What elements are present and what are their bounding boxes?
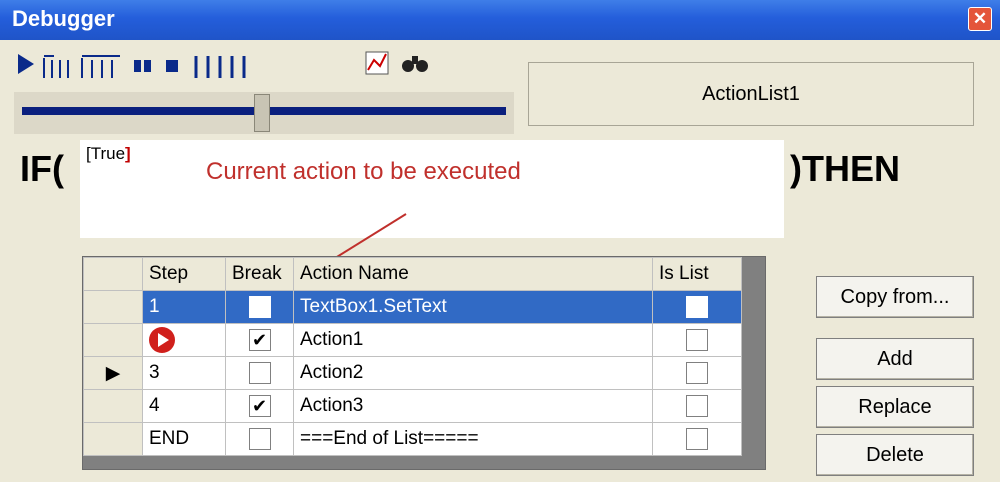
row-header[interactable] [83,290,143,324]
is-list-cell[interactable] [652,290,742,324]
is-list-checkbox[interactable] [686,394,708,417]
row-header[interactable] [83,389,143,423]
header-break[interactable]: Break [225,257,294,291]
current-action-icon [149,327,175,353]
header-is-list[interactable]: Is List [652,257,742,291]
is-list-checkbox[interactable] [686,427,708,450]
break-cell[interactable] [225,422,294,456]
is-list-cell[interactable] [652,356,742,390]
break-checkbox[interactable]: ✔ [248,394,271,417]
break-cell[interactable]: ✔ [225,323,294,357]
action-cell[interactable]: TextBox1.SetText [293,290,653,324]
break-checkbox[interactable] [248,295,271,318]
table-row[interactable]: ✔ Action1 [83,323,742,357]
break-cell[interactable] [225,290,294,324]
is-list-checkbox[interactable] [686,295,708,318]
table-row[interactable]: 1 TextBox1.SetText [83,290,742,324]
break-checkbox[interactable] [248,427,271,450]
is-list-checkbox[interactable] [686,361,708,384]
step-cell[interactable] [142,323,226,357]
table-row[interactable]: END ===End of List===== [83,422,742,456]
table-row[interactable]: 4 ✔ Action3 [83,389,742,423]
is-list-cell[interactable] [652,422,742,456]
header-row: Step Break Action Name Is List [83,257,742,291]
step-cell[interactable]: 1 [142,290,226,324]
is-list-checkbox[interactable] [686,328,708,351]
action-table: Step Break Action Name Is List 1 TextBox… [83,257,742,456]
break-checkbox[interactable] [248,361,271,384]
break-checkbox[interactable]: ✔ [248,328,271,351]
action-cell[interactable]: Action2 [293,356,653,390]
break-cell[interactable]: ✔ [225,389,294,423]
is-list-cell[interactable] [652,323,742,357]
corner-cell [83,257,143,291]
step-cell[interactable]: END [142,422,226,456]
is-list-cell[interactable] [652,389,742,423]
copy-from-button[interactable]: Copy from... [816,276,974,318]
action-grid: Step Break Action Name Is List 1 TextBox… [82,256,766,470]
add-button[interactable]: Add [816,338,974,380]
row-header[interactable] [83,323,143,357]
header-step[interactable]: Step [142,257,226,291]
row-indicator[interactable]: ▶ [83,356,143,390]
action-cell[interactable]: Action1 [293,323,653,357]
row-header[interactable] [83,422,143,456]
replace-button[interactable]: Replace [816,386,974,428]
step-cell[interactable]: 3 [142,356,226,390]
action-cell[interactable]: ===End of List===== [293,422,653,456]
table-row[interactable]: ▶ 3 Action2 [83,356,742,390]
delete-button[interactable]: Delete [816,434,974,476]
action-cell[interactable]: Action3 [293,389,653,423]
step-cell[interactable]: 4 [142,389,226,423]
header-action-name[interactable]: Action Name [293,257,653,291]
break-cell[interactable] [225,356,294,390]
